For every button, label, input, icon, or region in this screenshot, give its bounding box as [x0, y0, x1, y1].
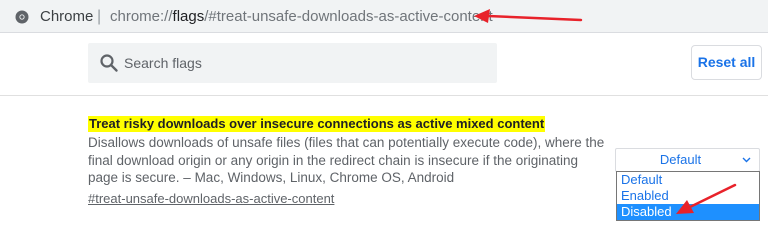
search-input[interactable]	[124, 52, 484, 74]
option-enabled[interactable]: Enabled	[617, 188, 759, 204]
option-disabled[interactable]: Disabled	[617, 204, 759, 220]
flag-options-list[interactable]: Default Enabled Disabled	[616, 171, 760, 221]
browser-name: Chrome	[40, 8, 94, 25]
divider	[0, 95, 768, 96]
url-text[interactable]: chrome://flags/#treat-unsafe-downloads-a…	[110, 8, 493, 26]
url-scheme: chrome://	[110, 8, 173, 25]
url-host: flags	[172, 8, 205, 25]
url-separator: |	[97, 8, 102, 25]
flag-title: Treat risky downloads over insecure conn…	[88, 116, 546, 132]
flag-description: Disallows downloads of unsafe files (fil…	[88, 135, 605, 185]
flag-permalink[interactable]: #treat-unsafe-downloads-as-active-conten…	[88, 191, 334, 207]
search-box[interactable]	[88, 43, 497, 83]
chevron-down-icon	[742, 157, 751, 163]
reset-all-button[interactable]: Reset all	[691, 45, 762, 80]
address-bar[interactable]: Chrome | chrome://flags/#treat-unsafe-do…	[0, 0, 768, 33]
url-path: /#treat-unsafe-downloads-as-active-conte…	[204, 8, 493, 25]
option-default[interactable]: Default	[617, 172, 759, 188]
flag-state-select[interactable]: Default	[615, 148, 760, 172]
search-icon	[100, 54, 118, 72]
chrome-info-icon[interactable]	[15, 10, 29, 24]
select-value: Default	[659, 152, 702, 167]
